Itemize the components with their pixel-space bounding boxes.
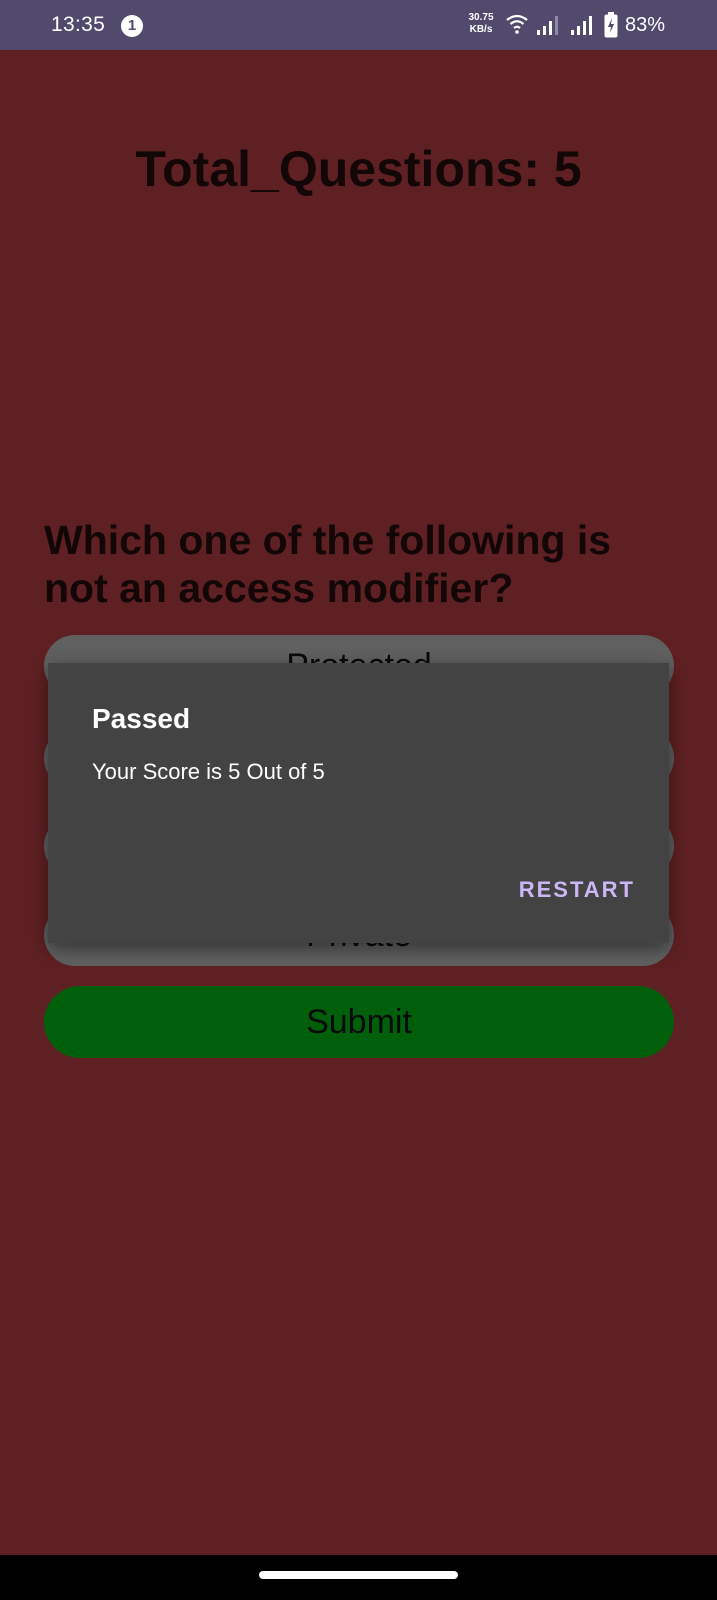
network-speed: 30.75 KB/s [462, 12, 500, 36]
signal-icon [536, 15, 560, 40]
battery-charging-icon [604, 12, 618, 43]
navigation-bar [0, 1555, 717, 1600]
quiz-screen: 13:35 1 30.75 KB/s 83% Total_Questions: … [0, 0, 717, 1600]
wifi-icon [505, 13, 529, 40]
result-dialog: Passed Your Score is 5 Out of 5 RESTART [48, 663, 669, 943]
status-bar: 13:35 1 30.75 KB/s 83% [0, 0, 717, 50]
notification-count-badge: 1 [121, 15, 143, 37]
restart-button[interactable]: RESTART [519, 877, 635, 903]
network-speed-value: 30.75 [468, 12, 494, 23]
dialog-title: Passed [92, 703, 191, 734]
dialog-message: Your Score is 5 Out of 5 [92, 759, 325, 784]
status-time: 13:35 [51, 13, 106, 36]
signal-icon [570, 15, 594, 40]
home-gesture-handle[interactable] [259, 1571, 458, 1579]
network-speed-unit: KB/s [469, 24, 493, 35]
battery-percent: 83% [625, 14, 666, 36]
